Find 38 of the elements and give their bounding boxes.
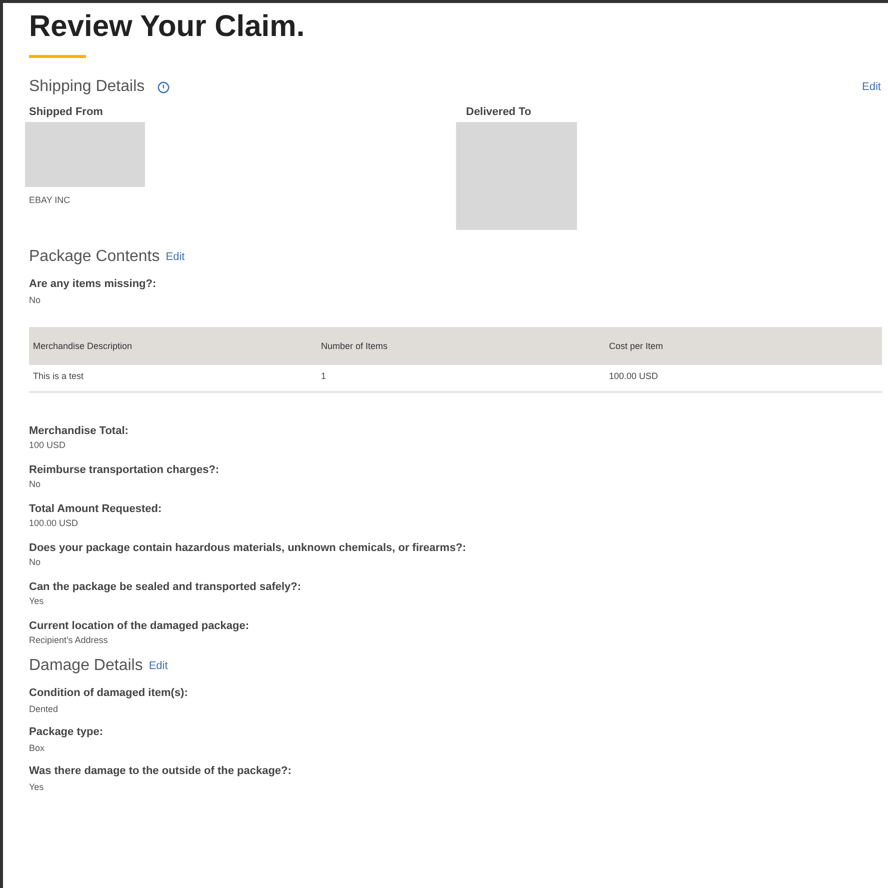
field-label: Condition of damaged item(s): [29,687,189,699]
field-label: Can the package be sealed and transported safely?: [29,581,302,593]
field-value: No [29,557,42,567]
table-cell: 1 [317,365,605,392]
table-cell: This is a test [29,365,317,392]
field-label: Package type: [29,726,104,738]
field-value: No [29,295,42,305]
edit-link[interactable]: Edit [148,660,168,672]
field-label: Does your package contain hazardous materials, unknown chemicals, or firearms?: [29,542,468,554]
edit-link[interactable]: Edit [166,251,185,263]
field-value: Yes [29,782,45,792]
edit-link[interactable]: Edit [862,81,881,93]
field-label: Current location of the damaged package: [29,620,250,632]
field-value: Box [29,743,46,753]
field-label: Shipped From [29,106,104,118]
field-value: 100 USD [29,440,67,450]
field-label: Total Amount Requested: [29,503,163,515]
field-label: Was there damage to the outside of the package?: [29,765,292,777]
field-label: Are any items missing?: [29,278,158,290]
field-label: Merchandise Total: [29,425,130,437]
field-value: EBAY INC [29,195,72,205]
field-value: Yes [29,596,45,606]
column-header: Merchandise Description [29,327,317,365]
column-header: Cost per Item [605,327,882,365]
section-heading: Package Contents [29,248,160,266]
field-value: No [29,479,42,489]
field-label: Delivered To [466,106,532,118]
section-heading: Shipping Details [29,78,145,96]
table-cell: 100.00 USD [605,365,882,392]
page-title: Review Your Claim. [29,9,306,45]
field-value: 100.00 USD [29,518,80,528]
section-heading: Damage Details [29,657,143,675]
field-value: Dented [29,704,60,714]
column-header: Number of Items [317,327,605,365]
info-icon[interactable] [156,80,170,94]
title-underline [29,55,86,58]
field-label: Reimburse transportation charges?: [29,464,220,476]
field-value: Recipient's Address [29,635,109,645]
